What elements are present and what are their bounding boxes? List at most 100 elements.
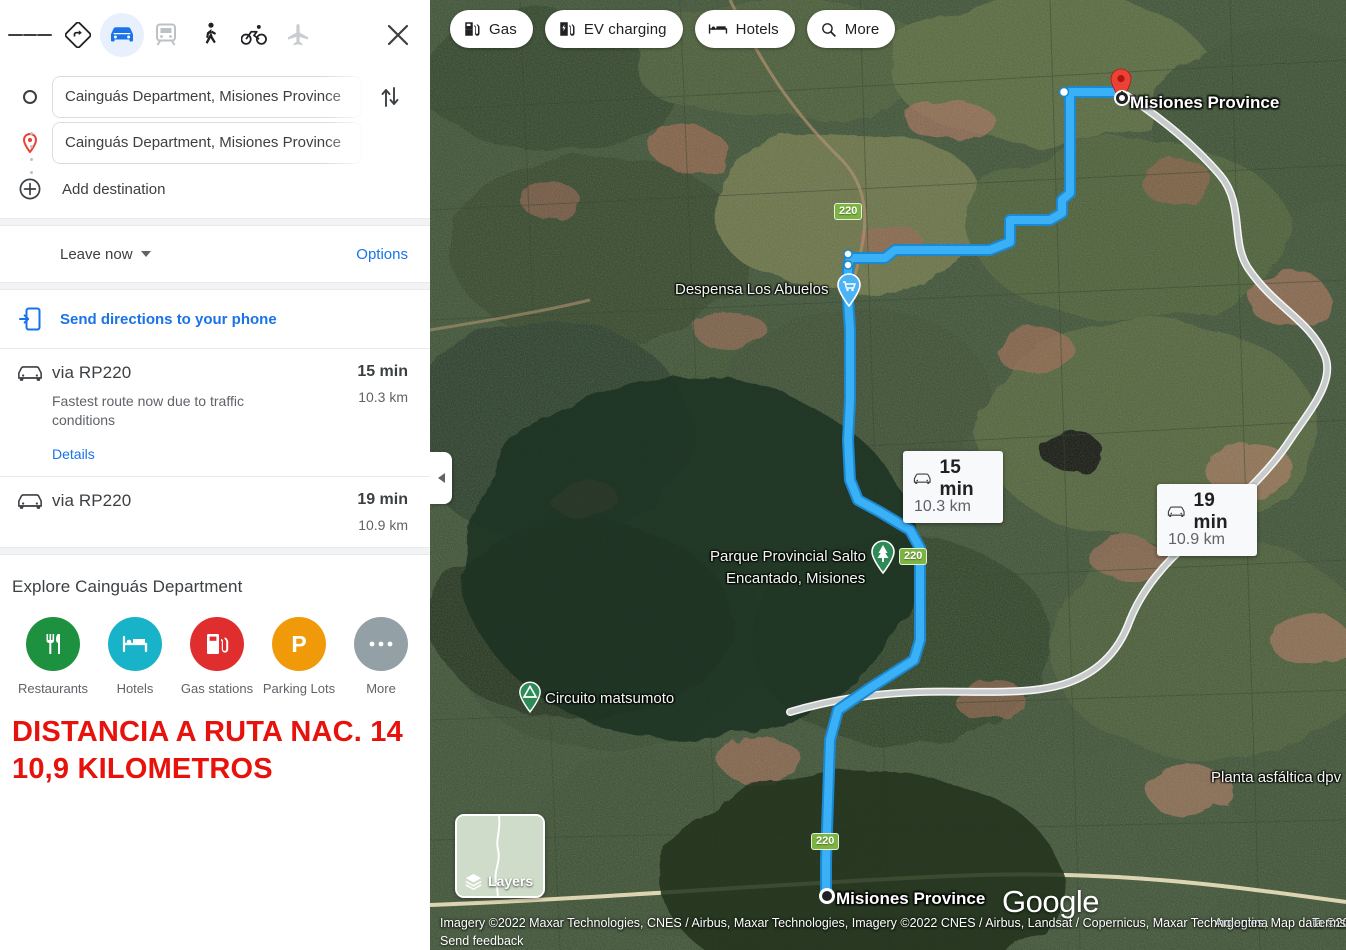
add-destination-button[interactable]: Add destination: [0, 166, 430, 212]
terms-link[interactable]: Terms: [1312, 916, 1346, 930]
layers-button[interactable]: Layers: [455, 814, 545, 898]
origin-label: Misiones Province: [836, 889, 986, 908]
send-directions-label: Send directions to your phone: [60, 310, 277, 328]
mode-driving[interactable]: [100, 13, 144, 57]
route-car-icon-wrap: [8, 491, 52, 533]
route-1-duration: 15 min: [357, 363, 408, 380]
road-shield-220-mid: 220: [899, 548, 928, 565]
panel-divider: [0, 218, 430, 226]
destination-input[interactable]: Cainguás Department, Misiones Province: [52, 122, 362, 164]
mode-flights[interactable]: [276, 13, 320, 57]
add-circle-icon: [8, 178, 52, 200]
explore-heading: Explore Cainguás Department: [12, 577, 243, 596]
category-more[interactable]: More: [340, 617, 422, 696]
route-1-details-link[interactable]: Details: [52, 446, 322, 462]
mode-walking[interactable]: [188, 13, 232, 57]
route-1-distance: 10.3 km: [358, 389, 408, 405]
chip-ev-label: EV charging: [583, 20, 667, 38]
category-label: Parking Lots: [262, 681, 336, 696]
route-bubble-fast[interactable]: 15 min 10.3 km: [903, 451, 1003, 523]
main-menu-button[interactable]: [8, 13, 53, 57]
send-directions-row[interactable]: Send directions to your phone: [0, 290, 430, 348]
region-label[interactable]: Argentina: [1214, 916, 1268, 930]
connector-dot: [29, 158, 33, 161]
layers-icon: [465, 873, 482, 890]
poi-label-parque-2[interactable]: Encantado, Misiones: [726, 570, 865, 587]
connector-dot: [29, 171, 33, 174]
route-1-note: Fastest route now due to traffic conditi…: [52, 393, 244, 428]
category-restaurants[interactable]: Restaurants: [12, 617, 94, 696]
chip-hotels-label: Hotels: [735, 20, 779, 38]
directions-panel: Cainguás Department, Misiones Province C…: [0, 0, 430, 950]
poi-pin-park[interactable]: [870, 540, 896, 579]
chip-gas-label: Gas: [489, 20, 517, 38]
chip-more-label: More: [844, 20, 880, 38]
destination-row: Cainguás Department, Misiones Province: [0, 120, 430, 166]
send-to-phone-icon: [8, 307, 52, 331]
origin-input[interactable]: Cainguás Department, Misiones Province: [52, 76, 362, 118]
search-icon: [821, 22, 836, 37]
category-parking-lots[interactable]: P Parking Lots: [258, 617, 340, 696]
leave-now-label: Leave now: [60, 245, 133, 263]
overlay-annotation: DISTANCIA A RUTA NAC. 14 10,9 KILOMETROS: [0, 696, 430, 788]
annotation-line-1: DISTANCIA A RUTA NAC. 14: [12, 716, 403, 748]
map-category-chips: Gas EV charging Hotels More: [450, 10, 896, 48]
category-label: Restaurants: [17, 681, 89, 696]
menu-line: [37, 34, 53, 36]
poi-pin-trail[interactable]: [518, 681, 542, 718]
close-icon: [387, 24, 409, 46]
annotation-line-2: 10,9 KILOMETROS: [12, 753, 273, 786]
leave-now-dropdown[interactable]: Leave now: [60, 246, 151, 263]
car-icon: [913, 473, 931, 484]
connector-dot: [29, 145, 33, 148]
route-2-body: via RP220: [52, 491, 330, 533]
chip-gas[interactable]: Gas: [450, 10, 533, 48]
swap-endpoints-button[interactable]: [368, 75, 412, 119]
parking-p-icon: P: [272, 617, 326, 671]
chip-ev-charging[interactable]: EV charging: [544, 10, 683, 48]
close-directions-button[interactable]: [376, 13, 420, 57]
map-canvas[interactable]: Gas EV charging Hotels More 15 min 10.3 …: [430, 0, 1346, 950]
chip-hotels[interactable]: Hotels: [694, 10, 795, 48]
poi-label-parque-1[interactable]: Parque Provincial Salto: [710, 548, 866, 565]
restaurant-icon: [26, 617, 80, 671]
waypoint-connector-dots: [29, 132, 33, 174]
collapse-sidebar-button[interactable]: [430, 452, 452, 504]
menu-line: [8, 34, 23, 36]
route-option-1[interactable]: via RP220 Fastest route now due to traff…: [0, 349, 430, 476]
car-icon: [111, 27, 133, 42]
departure-options-row: Leave now Options: [0, 226, 430, 282]
mode-transit[interactable]: [144, 13, 188, 57]
road-shield-220-north: 220: [834, 203, 863, 220]
poi-label-despensa[interactable]: Despensa Los Abuelos: [675, 281, 828, 298]
panel-divider: [0, 547, 430, 555]
route-option-2[interactable]: via RP220 19 min 10.9 km: [0, 477, 430, 547]
poi-label-circuito[interactable]: Circuito matsumoto: [545, 690, 674, 707]
poi-pin-store[interactable]: [836, 273, 862, 312]
route-bubble-alt[interactable]: 19 min 10.9 km: [1157, 484, 1257, 556]
mode-cycling[interactable]: [232, 13, 276, 57]
category-hotels[interactable]: Hotels: [94, 617, 176, 696]
mode-best-travel-modes[interactable]: [56, 13, 100, 57]
add-destination-label: Add destination: [62, 180, 166, 198]
road-shield-220-south: 220: [811, 833, 840, 850]
walk-icon: [205, 22, 216, 44]
destination-label: Misiones Province: [1130, 93, 1280, 112]
train-icon: [156, 23, 176, 46]
poi-label-planta[interactable]: Planta asfáltica dpv: [1211, 769, 1341, 786]
category-gas-stations[interactable]: Gas stations: [176, 617, 258, 696]
chip-more[interactable]: More: [806, 10, 896, 48]
directions-diamond-icon: [65, 22, 91, 48]
car-icon: [1167, 506, 1185, 517]
chevron-left-icon: [437, 473, 445, 483]
send-feedback-link[interactable]: Send feedback: [440, 934, 523, 948]
category-label: Gas stations: [180, 681, 254, 696]
car-icon: [18, 366, 42, 381]
svg-text:P: P: [291, 631, 306, 657]
category-label: More: [366, 681, 396, 696]
explore-categories: Restaurants Hotels Gas stations P Parkin…: [0, 597, 430, 696]
route-1-body: via RP220 Fastest route now due to traff…: [52, 363, 330, 462]
route-options-link[interactable]: Options: [356, 246, 408, 263]
gas-pump-icon: [465, 22, 480, 36]
main-route-polyline[interactable]: [430, 0, 1346, 950]
